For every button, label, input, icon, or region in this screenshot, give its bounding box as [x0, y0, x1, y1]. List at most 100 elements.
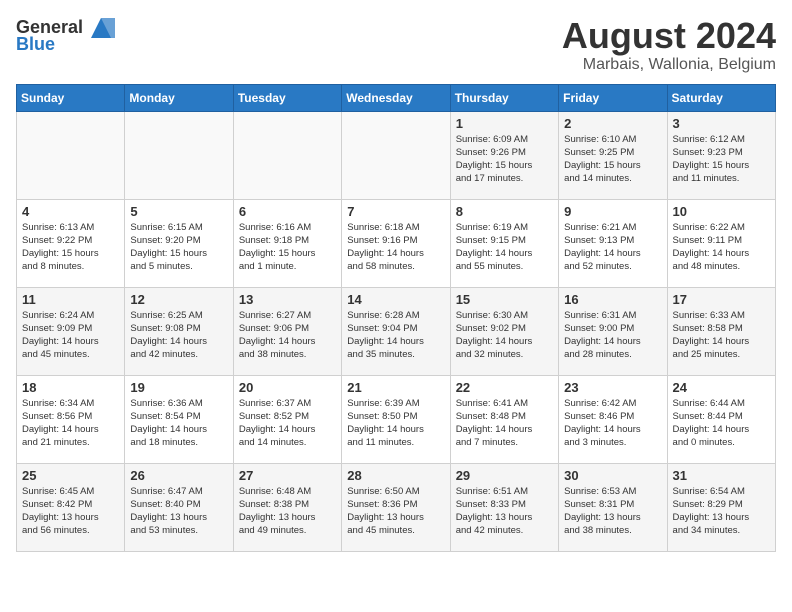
day-info: Sunrise: 6:53 AM Sunset: 8:31 PM Dayligh… [564, 485, 661, 538]
day-number: 12 [130, 292, 227, 307]
calendar-cell: 14Sunrise: 6:28 AM Sunset: 9:04 PM Dayli… [342, 287, 450, 375]
header-friday: Friday [559, 84, 667, 111]
page-header: General Blue August 2024 Marbais, Wallon… [16, 16, 776, 74]
calendar-cell: 27 Sunrise: 6:48 AM Sunset: 8:38 PM Dayli… [233, 463, 341, 551]
day-number: 31 [673, 468, 770, 483]
day-number: 17 [673, 292, 770, 307]
day-number: 30 [564, 468, 661, 483]
week-row-3: 11 Sunrise: 6:24 AM Sunset: 9:09 PM Dayli… [17, 287, 776, 375]
header-sunday: Sunday [17, 84, 125, 111]
calendar-cell: 15 Sunrise: 6:30 AM Sunset: 9:02 PM Dayli… [450, 287, 558, 375]
day-number: 19 [130, 380, 227, 395]
header-tuesday: Tuesday [233, 84, 341, 111]
calendar-cell: 2Sunrise: 6:10 AM Sunset: 9:25 PM Daylig… [559, 111, 667, 199]
calendar-cell: 31 Sunrise: 6:54 AM Sunset: 8:29 PM Dayli… [667, 463, 775, 551]
day-info: Sunrise: 6:25 AM Sunset: 9:08 PM Dayligh… [130, 309, 227, 362]
day-info: Sunrise: 6:30 AM Sunset: 9:02 PM Dayligh… [456, 309, 553, 362]
calendar-cell: 11 Sunrise: 6:24 AM Sunset: 9:09 PM Dayli… [17, 287, 125, 375]
calendar-cell: 18 Sunrise: 6:34 AM Sunset: 8:56 PM Dayli… [17, 375, 125, 463]
calendar-cell: 3Sunrise: 6:12 AM Sunset: 9:23 PM Daylig… [667, 111, 775, 199]
day-info: Sunrise: 6:10 AM Sunset: 9:25 PM Dayligh… [564, 133, 661, 186]
calendar-cell [125, 111, 233, 199]
calendar-cell: 17 Sunrise: 6:33 AM Sunset: 8:58 PM Dayli… [667, 287, 775, 375]
day-number: 28 [347, 468, 444, 483]
day-info: Sunrise: 6:42 AM Sunset: 8:46 PM Dayligh… [564, 397, 661, 450]
day-number: 27 [239, 468, 336, 483]
month-year-title: August 2024 [562, 16, 776, 56]
day-info: Sunrise: 6:15 AM Sunset: 9:20 PM Dayligh… [130, 221, 227, 274]
day-number: 11 [22, 292, 119, 307]
day-number: 23 [564, 380, 661, 395]
header-saturday: Saturday [667, 84, 775, 111]
header-monday: Monday [125, 84, 233, 111]
day-number: 1 [456, 116, 553, 131]
day-info: Sunrise: 6:54 AM Sunset: 8:29 PM Dayligh… [673, 485, 770, 538]
calendar-cell: 8 Sunrise: 6:19 AM Sunset: 9:15 PM Daylig… [450, 199, 558, 287]
day-info: Sunrise: 6:47 AM Sunset: 8:40 PM Dayligh… [130, 485, 227, 538]
calendar-cell: 30 Sunrise: 6:53 AM Sunset: 8:31 PM Dayli… [559, 463, 667, 551]
day-number: 8 [456, 204, 553, 219]
calendar-cell: 22Sunrise: 6:41 AM Sunset: 8:48 PM Dayli… [450, 375, 558, 463]
day-number: 16 [564, 292, 661, 307]
day-info: Sunrise: 6:41 AM Sunset: 8:48 PM Dayligh… [456, 397, 553, 450]
calendar-cell: 16 Sunrise: 6:31 AM Sunset: 9:00 PM Dayli… [559, 287, 667, 375]
logo: General Blue [16, 16, 115, 55]
day-info: Sunrise: 6:24 AM Sunset: 9:09 PM Dayligh… [22, 309, 119, 362]
day-number: 5 [130, 204, 227, 219]
day-number: 21 [347, 380, 444, 395]
calendar-cell: 29 Sunrise: 6:51 AM Sunset: 8:33 PM Dayli… [450, 463, 558, 551]
day-info: Sunrise: 6:27 AM Sunset: 9:06 PM Dayligh… [239, 309, 336, 362]
logo-icon [87, 16, 115, 38]
calendar-cell: 6 Sunrise: 6:16 AM Sunset: 9:18 PM Daylig… [233, 199, 341, 287]
day-info: Sunrise: 6:21 AM Sunset: 9:13 PM Dayligh… [564, 221, 661, 274]
calendar-cell: 23 Sunrise: 6:42 AM Sunset: 8:46 PM Dayli… [559, 375, 667, 463]
logo-blue-text: Blue [16, 34, 55, 55]
location-text: Marbais, Wallonia, Belgium [562, 56, 776, 74]
day-info: Sunrise: 6:09 AM Sunset: 9:26 PM Dayligh… [456, 133, 553, 186]
day-number: 26 [130, 468, 227, 483]
day-number: 9 [564, 204, 661, 219]
calendar-table: SundayMondayTuesdayWednesdayThursdayFrid… [16, 84, 776, 552]
day-info: Sunrise: 6:31 AM Sunset: 9:00 PM Dayligh… [564, 309, 661, 362]
title-section: August 2024 Marbais, Wallonia, Belgium [562, 16, 776, 74]
day-info: Sunrise: 6:34 AM Sunset: 8:56 PM Dayligh… [22, 397, 119, 450]
calendar-cell: 21 Sunrise: 6:39 AM Sunset: 8:50 PM Dayli… [342, 375, 450, 463]
day-number: 24 [673, 380, 770, 395]
day-info: Sunrise: 6:51 AM Sunset: 8:33 PM Dayligh… [456, 485, 553, 538]
calendar-cell: 12 Sunrise: 6:25 AM Sunset: 9:08 PM Dayli… [125, 287, 233, 375]
day-number: 14 [347, 292, 444, 307]
day-info: Sunrise: 6:37 AM Sunset: 8:52 PM Dayligh… [239, 397, 336, 450]
day-number: 6 [239, 204, 336, 219]
day-number: 15 [456, 292, 553, 307]
calendar-cell: 7 Sunrise: 6:18 AM Sunset: 9:16 PM Daylig… [342, 199, 450, 287]
day-info: Sunrise: 6:16 AM Sunset: 9:18 PM Dayligh… [239, 221, 336, 274]
week-row-1: 1 Sunrise: 6:09 AM Sunset: 9:26 PM Daylig… [17, 111, 776, 199]
calendar-cell: 28Sunrise: 6:50 AM Sunset: 8:36 PM Dayli… [342, 463, 450, 551]
calendar-cell: 13 Sunrise: 6:27 AM Sunset: 9:06 PM Dayli… [233, 287, 341, 375]
day-info: Sunrise: 6:39 AM Sunset: 8:50 PM Dayligh… [347, 397, 444, 450]
day-number: 4 [22, 204, 119, 219]
day-number: 20 [239, 380, 336, 395]
day-number: 7 [347, 204, 444, 219]
day-number: 29 [456, 468, 553, 483]
calendar-cell: 9 Sunrise: 6:21 AM Sunset: 9:13 PM Daylig… [559, 199, 667, 287]
calendar-cell: 25Sunrise: 6:45 AM Sunset: 8:42 PM Dayli… [17, 463, 125, 551]
day-info: Sunrise: 6:18 AM Sunset: 9:16 PM Dayligh… [347, 221, 444, 274]
calendar-cell: 10Sunrise: 6:22 AM Sunset: 9:11 PM Dayli… [667, 199, 775, 287]
day-number: 25 [22, 468, 119, 483]
week-row-5: 25Sunrise: 6:45 AM Sunset: 8:42 PM Dayli… [17, 463, 776, 551]
day-info: Sunrise: 6:48 AM Sunset: 8:38 PM Dayligh… [239, 485, 336, 538]
day-number: 18 [22, 380, 119, 395]
header-wednesday: Wednesday [342, 84, 450, 111]
week-row-2: 4Sunrise: 6:13 AM Sunset: 9:22 PM Daylig… [17, 199, 776, 287]
day-info: Sunrise: 6:33 AM Sunset: 8:58 PM Dayligh… [673, 309, 770, 362]
calendar-cell: 5 Sunrise: 6:15 AM Sunset: 9:20 PM Daylig… [125, 199, 233, 287]
calendar-cell [342, 111, 450, 199]
calendar-header-row: SundayMondayTuesdayWednesdayThursdayFrid… [17, 84, 776, 111]
calendar-cell: 26 Sunrise: 6:47 AM Sunset: 8:40 PM Dayli… [125, 463, 233, 551]
day-number: 10 [673, 204, 770, 219]
day-info: Sunrise: 6:12 AM Sunset: 9:23 PM Dayligh… [673, 133, 770, 186]
day-info: Sunrise: 6:19 AM Sunset: 9:15 PM Dayligh… [456, 221, 553, 274]
day-number: 13 [239, 292, 336, 307]
calendar-cell [233, 111, 341, 199]
